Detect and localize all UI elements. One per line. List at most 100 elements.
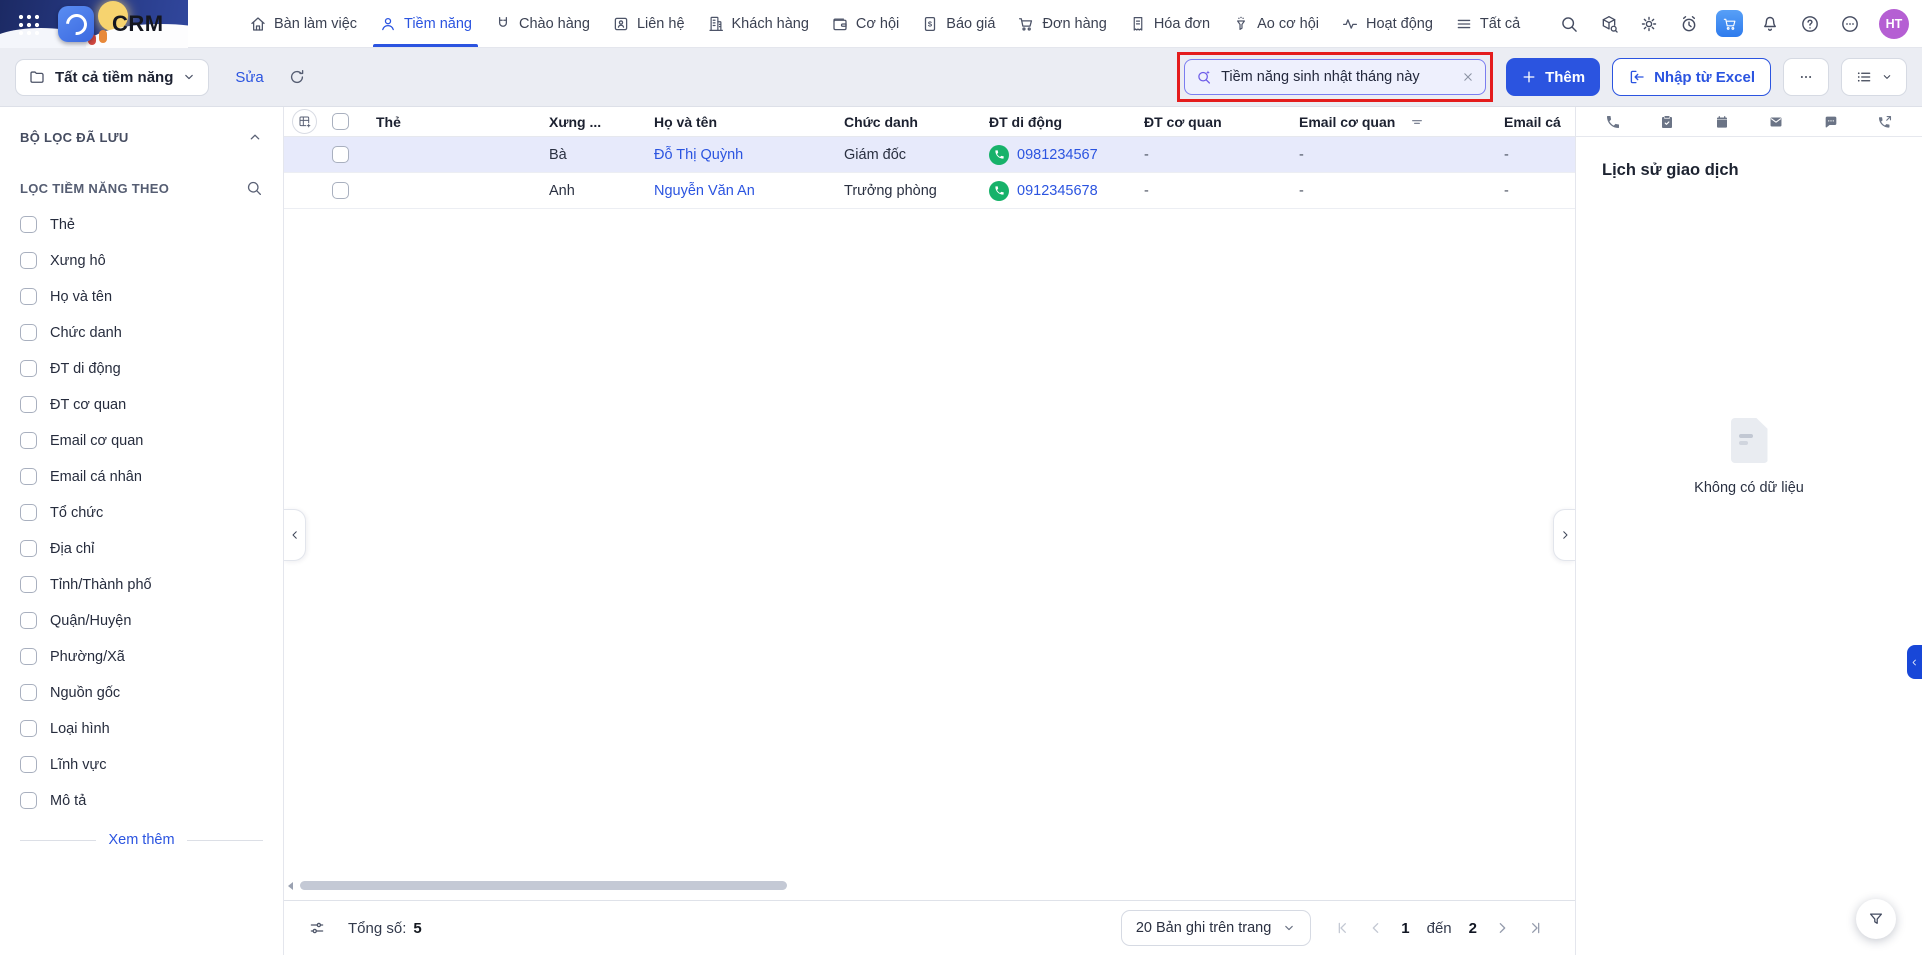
checkbox[interactable]	[20, 576, 37, 593]
user-avatar[interactable]: HT	[1879, 8, 1909, 39]
reminder-button[interactable]	[1672, 7, 1706, 41]
column-header-office-email[interactable]: Email cơ quan	[1299, 114, 1504, 130]
table-settings-button[interactable]	[308, 919, 326, 937]
row-checkbox[interactable]	[332, 146, 349, 163]
checkbox[interactable]	[20, 432, 37, 449]
scrollbar-thumb[interactable]	[300, 881, 787, 890]
show-more-link[interactable]: Xem thêm	[20, 832, 263, 848]
filter-dia-chi[interactable]: Địa chỉ	[20, 540, 263, 557]
column-header-name[interactable]: Họ và tên	[654, 114, 844, 130]
checkbox[interactable]	[20, 216, 37, 233]
first-page-button[interactable]	[1335, 920, 1351, 936]
checkbox[interactable]	[20, 792, 37, 809]
cell-mobile[interactable]: 0912345678	[989, 180, 1144, 201]
filter-the[interactable]: Thẻ	[20, 216, 263, 233]
filter-ho-va-ten[interactable]: Họ và tên	[20, 288, 263, 305]
table-search-box[interactable]	[1184, 59, 1487, 95]
filter-to-chuc[interactable]: Tổ chức	[20, 504, 263, 521]
nav-tiem-nang[interactable]: Tiềm năng	[368, 0, 483, 47]
select-all-checkbox[interactable]	[332, 113, 349, 130]
saved-filters-header[interactable]: BỘ LỌC ĐÃ LƯU	[20, 129, 263, 145]
column-header-office-phone[interactable]: ĐT cơ quan	[1144, 114, 1299, 130]
checkbox[interactable]	[20, 648, 37, 665]
crm-logo-icon[interactable]	[58, 6, 94, 42]
add-button[interactable]: Thêm	[1506, 58, 1601, 96]
nav-tat-ca[interactable]: Tất cả	[1444, 0, 1531, 47]
nav-hoa-don[interactable]: Hóa đơn	[1118, 0, 1221, 47]
nav-lien-he[interactable]: Liên hệ	[601, 0, 696, 47]
previous-page-button[interactable]	[1368, 920, 1384, 936]
nav-hoat-dong[interactable]: Hoạt động	[1330, 0, 1444, 47]
nav-don-hang[interactable]: Đơn hàng	[1006, 0, 1117, 47]
row-checkbox[interactable]	[332, 182, 349, 199]
global-search-button[interactable]	[1552, 7, 1586, 41]
filter-xung-ho[interactable]: Xưng hô	[20, 252, 263, 269]
cell-mobile[interactable]: 0981234567	[989, 144, 1144, 165]
layout-toggle-button[interactable]	[1841, 58, 1907, 96]
table-row[interactable]: Anh Nguyễn Văn An Trưởng phòng 091234567…	[284, 173, 1575, 209]
horizontal-scrollbar[interactable]	[288, 881, 1567, 890]
filter-phuong-xa[interactable]: Phường/Xã	[20, 648, 263, 665]
filter-email-co-quan[interactable]: Email cơ quan	[20, 432, 263, 449]
column-header-tag[interactable]: Thẻ	[376, 114, 549, 130]
refresh-button[interactable]	[288, 68, 306, 86]
add-column-button[interactable]	[292, 109, 317, 134]
column-header-mobile[interactable]: ĐT di động	[989, 114, 1144, 130]
checkbox[interactable]	[20, 252, 37, 269]
nav-co-hoi[interactable]: Cơ hội	[820, 0, 910, 47]
package-search-button[interactable]	[1592, 7, 1626, 41]
nav-chao-hang[interactable]: Chào hàng	[483, 0, 601, 47]
phone-icon[interactable]	[1605, 114, 1621, 130]
nav-ao-co-hoi[interactable]: Ao cơ hội	[1221, 0, 1330, 47]
expand-detail-handle[interactable]	[1553, 509, 1575, 561]
nav-khach-hang[interactable]: Khách hàng	[696, 0, 820, 47]
checkbox[interactable]	[20, 324, 37, 341]
filter-chuc-danh[interactable]: Chức danh	[20, 324, 263, 341]
column-header-salutation[interactable]: Xưng ...	[549, 114, 654, 130]
chat-icon[interactable]	[1823, 114, 1839, 130]
outgoing-call-icon[interactable]	[1877, 114, 1893, 130]
call-icon[interactable]	[989, 144, 1009, 165]
checkbox[interactable]	[20, 612, 37, 629]
filter-fab-button[interactable]	[1856, 899, 1896, 939]
checkbox[interactable]	[20, 684, 37, 701]
more-actions-button[interactable]	[1783, 58, 1829, 96]
search-icon[interactable]	[245, 179, 263, 197]
cell-name-link[interactable]: Đỗ Thị Quỳnh	[654, 147, 844, 163]
calendar-icon[interactable]	[1714, 114, 1730, 130]
filter-email-ca-nhan[interactable]: Email cá nhân	[20, 468, 263, 485]
filter-quan-huyen[interactable]: Quận/Huyện	[20, 612, 263, 629]
next-page-button[interactable]	[1494, 920, 1510, 936]
collapse-sidebar-handle[interactable]	[284, 509, 306, 561]
scroll-left-arrow[interactable]	[288, 882, 293, 890]
filter-tinh-thanh-pho[interactable]: Tỉnh/Thành phố	[20, 576, 263, 593]
checkbox[interactable]	[20, 504, 37, 521]
notifications-button[interactable]	[1753, 7, 1787, 41]
more-apps-button[interactable]	[1833, 7, 1867, 41]
checkbox[interactable]	[20, 540, 37, 557]
checkbox[interactable]	[20, 288, 37, 305]
table-row[interactable]: Bà Đỗ Thị Quỳnh Giám đốc 0981234567 - - …	[284, 137, 1575, 173]
nav-bao-gia[interactable]: Báo giá	[910, 0, 1006, 47]
nav-ban-lam-viec[interactable]: Bàn làm việc	[238, 0, 368, 47]
checkbox[interactable]	[20, 396, 37, 413]
checkbox[interactable]	[20, 360, 37, 377]
column-header-personal-email[interactable]: Email cá	[1504, 114, 1575, 130]
call-icon[interactable]	[989, 180, 1009, 201]
filter-dt-co-quan[interactable]: ĐT cơ quan	[20, 396, 263, 413]
checkbox[interactable]	[20, 756, 37, 773]
filter-dt-di-dong[interactable]: ĐT di động	[20, 360, 263, 377]
clear-search-button[interactable]	[1461, 70, 1475, 84]
app-launcher-icon[interactable]	[17, 13, 39, 35]
mail-icon[interactable]	[1768, 114, 1784, 130]
column-header-title[interactable]: Chức danh	[844, 114, 989, 130]
panel-collapse-tab[interactable]	[1907, 645, 1922, 679]
store-button[interactable]	[1716, 10, 1743, 37]
task-clipboard-icon[interactable]	[1659, 114, 1675, 130]
checkbox[interactable]	[20, 468, 37, 485]
checkbox[interactable]	[20, 720, 37, 737]
help-button[interactable]	[1793, 7, 1827, 41]
import-excel-button[interactable]: Nhập từ Excel	[1612, 58, 1771, 96]
page-size-select[interactable]: 20 Bản ghi trên trang	[1120, 910, 1312, 946]
column-filter-icon[interactable]	[1409, 114, 1425, 130]
